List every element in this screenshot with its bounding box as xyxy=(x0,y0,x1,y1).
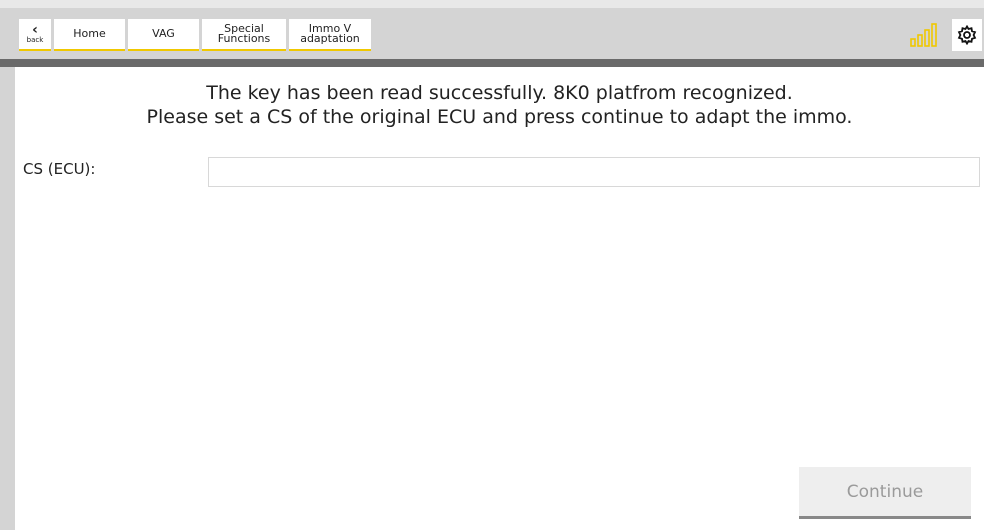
cs-ecu-label: CS (ECU): xyxy=(23,160,96,178)
breadcrumb-special-functions[interactable]: Special Functions xyxy=(202,19,286,51)
back-button[interactable]: ‹ back xyxy=(19,19,51,51)
signal-strength-icon xyxy=(910,23,937,47)
status-message-line2: Please set a CS of the original ECU and … xyxy=(146,106,853,128)
back-label: back xyxy=(26,35,44,44)
main-panel: The key has been read successfully. 8K0 … xyxy=(15,67,984,530)
breadcrumb-immo-label: Immo V adaptation xyxy=(300,22,360,45)
settings-button[interactable] xyxy=(952,19,982,51)
continue-button[interactable]: Continue xyxy=(799,467,971,519)
breadcrumb-vag[interactable]: VAG xyxy=(128,19,199,51)
breadcrumb-immo-v-adaptation[interactable]: Immo V adaptation xyxy=(289,19,371,51)
top-bar: ‹ back Home VAG Special Functions Immo V… xyxy=(0,0,984,59)
gear-icon xyxy=(957,25,977,45)
top-strip xyxy=(0,0,984,8)
breadcrumb-special-functions-label: Special Functions xyxy=(217,22,271,45)
header-divider xyxy=(0,59,984,67)
chevron-left-icon: ‹ xyxy=(32,21,38,38)
cs-ecu-input[interactable] xyxy=(208,157,980,187)
breadcrumb-home[interactable]: Home xyxy=(54,19,125,51)
left-border xyxy=(0,67,15,530)
status-message-line1: The key has been read successfully. 8K0 … xyxy=(206,82,793,104)
